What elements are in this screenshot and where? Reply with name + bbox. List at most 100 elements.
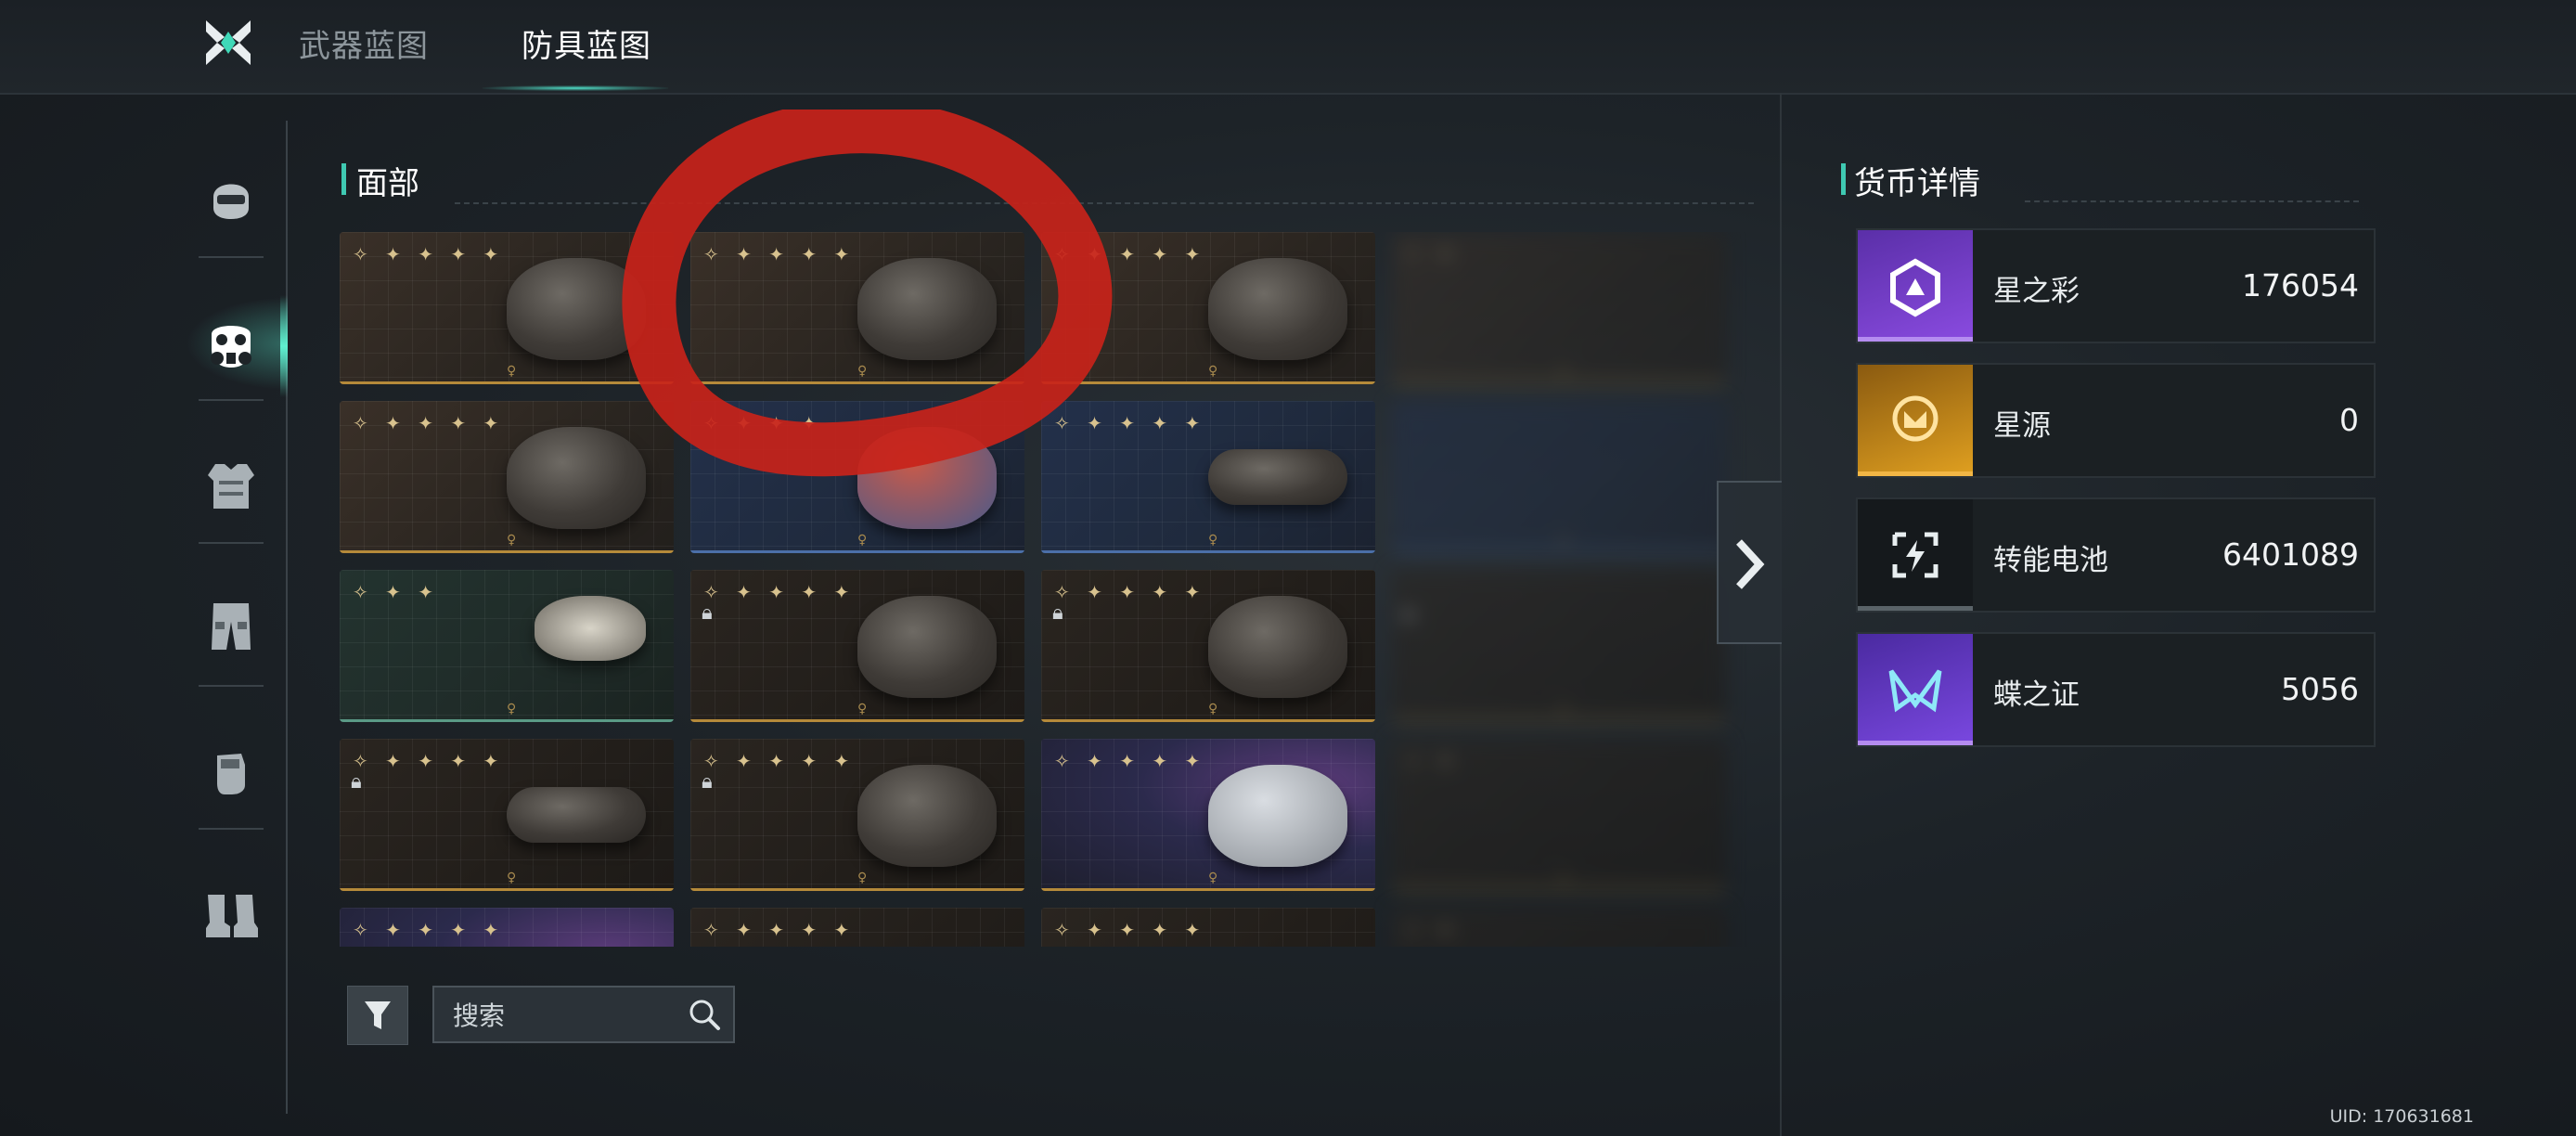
tab-armor-blueprints[interactable]: 防具蓝图 xyxy=(522,20,651,66)
section-title-accent xyxy=(341,163,346,195)
blueprint-card[interactable]: ✧ ✦ ✦ ✦ ✦🔒︎ ♀ xyxy=(690,570,1024,722)
user-id-label: UID: 170631681 xyxy=(2329,1106,2474,1127)
filter-button[interactable] xyxy=(347,986,408,1045)
blueprint-card[interactable]: ✧ ✦ ✦ ✦ ✦🔒︎♀ xyxy=(340,739,674,891)
rarity-bar xyxy=(340,719,674,722)
card-marker-icon: ♀ xyxy=(507,364,517,379)
card-marker-icon: ♀ xyxy=(1208,871,1218,885)
search-box[interactable] xyxy=(432,986,735,1043)
card-marker-icon: ♀ xyxy=(857,533,868,548)
currency-panel-title: 货币详情 xyxy=(1854,165,1980,202)
rarity-stars: ✧ ✦ xyxy=(1405,750,1459,772)
blueprint-card[interactable]: ✧ ✦ ✦ ♀ xyxy=(340,570,674,722)
card-marker-icon: ♀ xyxy=(507,871,517,885)
currency-name: 蝶之证 xyxy=(1993,678,2080,712)
blueprint-card[interactable]: ✧ ✦ ✦ ✦ ✦🔒︎♀ xyxy=(690,739,1024,891)
search-icon[interactable] xyxy=(685,995,726,1036)
rarity-bar xyxy=(1392,888,1726,891)
card-marker-icon: ♀ xyxy=(507,702,517,716)
tab-weapon-blueprints[interactable]: 武器蓝图 xyxy=(299,20,429,66)
purple-triangle-emblem-icon xyxy=(1858,230,1973,342)
half-mask-thumbnail xyxy=(857,765,997,867)
chevron-right-icon xyxy=(1736,539,1765,589)
lock-icon: 🔒︎ xyxy=(1403,601,1414,625)
blueprint-card[interactable]: ✧ ✦ ♀ xyxy=(1392,232,1726,384)
rarity-bar xyxy=(690,550,1024,553)
rarity-bar xyxy=(690,719,1024,722)
currency-row-xingzhicai: 星之彩 176054 xyxy=(1856,228,2376,343)
goggles-black-thumbnail xyxy=(507,787,646,843)
rarity-bar xyxy=(1392,550,1726,553)
blueprint-card[interactable]: ✧ ✦ ✦ ✦ ✦🔒︎♀ xyxy=(1041,570,1375,722)
currency-name: 星源 xyxy=(1993,409,2051,443)
body-armor-icon[interactable] xyxy=(199,453,264,518)
currency-divider xyxy=(2025,200,2359,202)
balaclava-thumbnail xyxy=(857,596,997,698)
sidebar-separator xyxy=(199,685,264,687)
card-grid-background xyxy=(1392,401,1726,553)
gas-mask-icon[interactable] xyxy=(199,312,264,377)
rarity-stars: ✧ ✦ ✦ ✦ ✦ xyxy=(703,750,856,772)
rarity-stars: ✧ ✦ ✦ ✦ ✦ xyxy=(1054,581,1206,603)
blueprint-card[interactable]: ✧ ✦ ✦ ✦ ✦🔒︎♀ xyxy=(340,908,674,947)
boots-icon[interactable] xyxy=(199,882,264,947)
cloth-mask-thumbnail xyxy=(1208,765,1347,867)
sidebar-divider xyxy=(286,121,288,1114)
active-category-indicator xyxy=(280,295,288,397)
rarity-stars: ✧ ✦ xyxy=(1405,243,1459,265)
butterfly-m-icon xyxy=(1858,634,1973,745)
currency-value: 5056 xyxy=(2281,671,2359,707)
card-marker-icon: ♀ xyxy=(1559,364,1569,379)
currency-name: 转能电池 xyxy=(1993,544,2108,577)
currency-row-xingyuan: 星源 0 xyxy=(1856,363,2376,478)
leather-mask-thumbnail xyxy=(1208,258,1347,360)
rarity-bar xyxy=(1392,381,1726,384)
rarity-bar xyxy=(1041,550,1375,553)
lock-icon: 🔒︎ xyxy=(1052,601,1063,625)
lock-icon: 🔒︎ xyxy=(351,939,362,947)
blueprint-card[interactable]: 🔒︎ ♀ xyxy=(1392,570,1726,722)
rarity-bar xyxy=(1392,719,1726,722)
rarity-stars: ✧ ✦ ✦ xyxy=(353,581,439,603)
card-marker-icon: ♀ xyxy=(857,702,868,716)
blueprint-card[interactable]: ✧ ✦♀ xyxy=(1392,739,1726,891)
rarity-stars: ✧ ✦ ✦ ✦ ✦ xyxy=(353,919,505,941)
rarity-stars: ✧ ✦ xyxy=(1405,919,1459,941)
lock-icon: 🔒︎ xyxy=(702,601,713,625)
glove-icon[interactable] xyxy=(199,737,264,802)
section-title: 面部 xyxy=(356,165,419,202)
active-tab-indicator xyxy=(483,85,668,91)
blueprint-card[interactable]: ✧ ✦ ✦ ✦ ✦♀ xyxy=(1041,739,1375,891)
currency-value: 176054 xyxy=(2242,267,2359,303)
rarity-bar xyxy=(690,888,1024,891)
currency-row-diezhizheng: 蝶之证 5056 xyxy=(1856,632,2376,747)
gold-moth-coin-icon xyxy=(1858,365,1973,476)
rarity-bar xyxy=(340,550,674,553)
face-mask-thumbnail xyxy=(1208,596,1347,698)
rarity-bar xyxy=(1041,719,1375,722)
helmet-icon[interactable] xyxy=(199,163,264,228)
blueprint-card[interactable]: ♀ xyxy=(1392,401,1726,553)
card-marker-icon: ♀ xyxy=(1208,364,1218,379)
lock-icon: 🔒︎ xyxy=(351,770,362,794)
rarity-bar xyxy=(340,888,674,891)
collapse-panel-button[interactable] xyxy=(1717,481,1782,644)
card-marker-icon: ♀ xyxy=(507,533,517,548)
rarity-stars: ✧ ✦ ✦ ✦ ✦ xyxy=(703,919,856,941)
pants-icon[interactable] xyxy=(199,594,264,659)
card-marker-icon: ♀ xyxy=(1559,702,1569,716)
battery-bolt-icon xyxy=(1858,499,1973,611)
currency-value: 6401089 xyxy=(2222,536,2359,573)
search-input[interactable] xyxy=(451,997,668,1034)
game-logo-icon xyxy=(206,20,251,65)
rarity-stars: ✧ ✦ ✦ ✦ ✦ xyxy=(1054,919,1206,941)
nose-clip-thumbnail xyxy=(535,596,646,661)
rarity-stars: ✧ ✦ ✦ ✦ ✦ xyxy=(703,581,856,603)
lock-icon: 🔒︎ xyxy=(702,770,713,794)
blueprint-card[interactable]: ✧ ✦ ✦ ✦ ✦🔒︎♀ xyxy=(690,908,1024,947)
sidebar-separator xyxy=(199,542,264,544)
blueprint-card[interactable]: ✧ ✦♀ xyxy=(1392,908,1726,947)
sidebar-separator xyxy=(199,256,264,258)
blueprint-card[interactable]: ✧ ✦ ✦ ✦ ✦♀ xyxy=(1041,908,1375,947)
card-marker-icon: ♀ xyxy=(1559,533,1569,548)
